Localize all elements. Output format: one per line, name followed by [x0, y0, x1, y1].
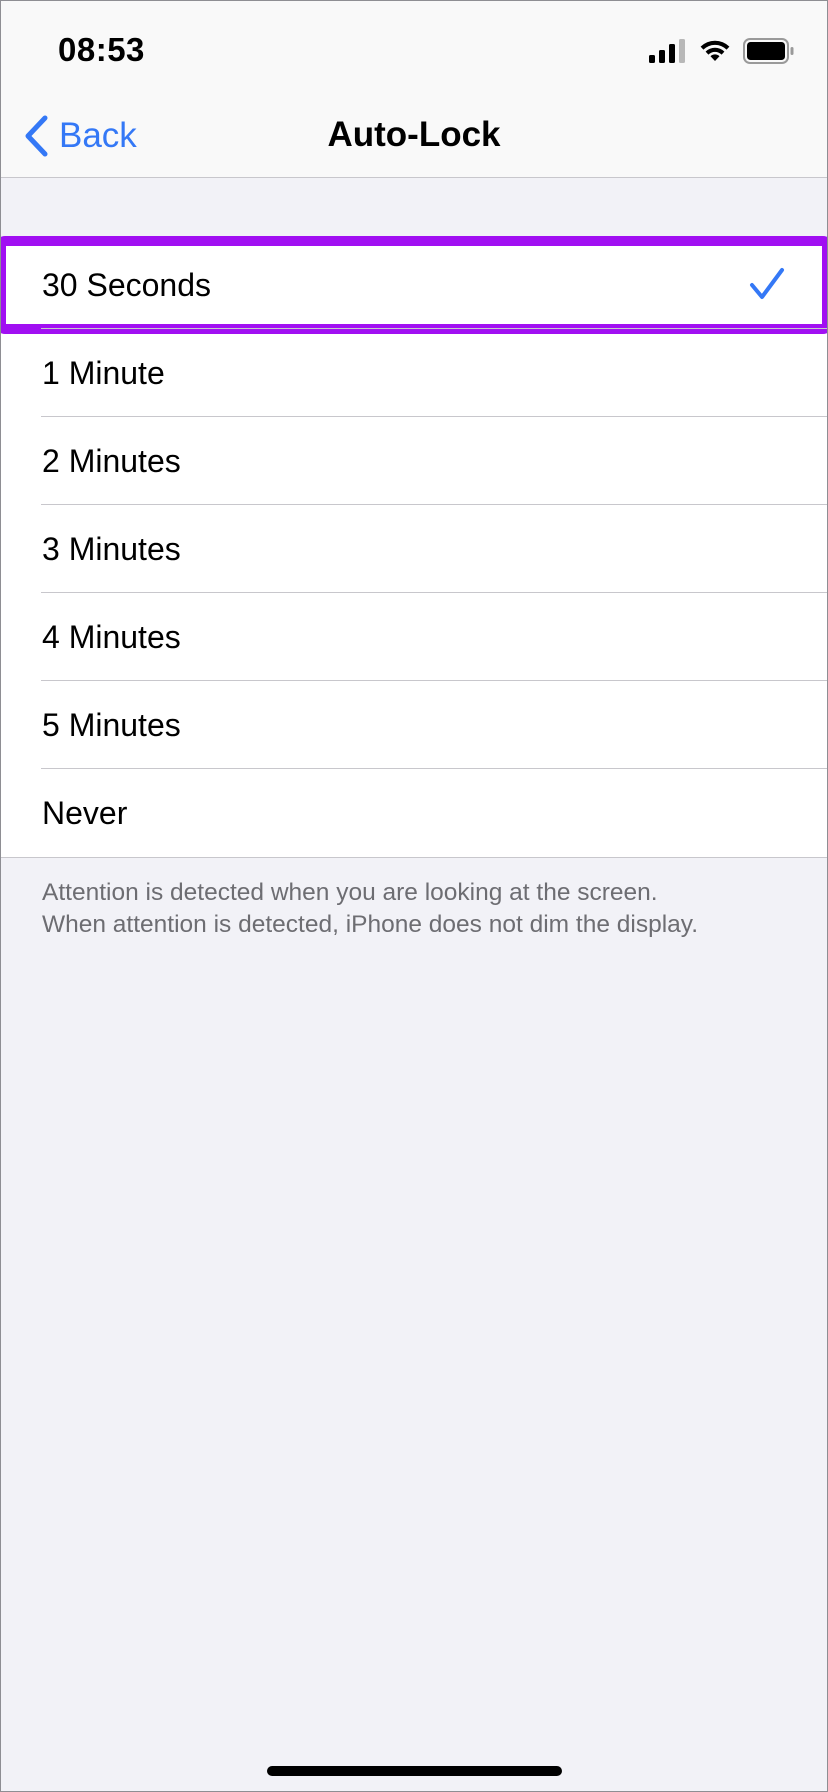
checkmark-icon [750, 268, 784, 299]
option-never[interactable]: Never [1, 769, 827, 857]
option-label: Never [42, 794, 128, 831]
option-label: 2 Minutes [42, 442, 181, 479]
option-4-minutes[interactable]: 4 Minutes [1, 593, 827, 681]
phone-screen: 08:53 Back Auto-Lock 30 Seconds 1 Minute… [0, 0, 828, 1792]
option-label: 4 Minutes [42, 618, 181, 655]
auto-lock-options-list: 30 Seconds 1 Minute 2 Minutes 3 Minutes … [1, 236, 827, 858]
footer-line-2: When attention is detected, iPhone does … [42, 911, 699, 938]
status-time: 08:53 [58, 31, 145, 68]
option-5-minutes[interactable]: 5 Minutes [1, 681, 827, 769]
battery-icon [743, 38, 794, 64]
home-indicator[interactable] [267, 1766, 562, 1776]
option-label: 5 Minutes [42, 706, 181, 743]
navigation-bar: Back Auto-Lock [1, 101, 827, 178]
option-2-minutes[interactable]: 2 Minutes [1, 417, 827, 505]
footer-line-1: Attention is detected when you are looki… [42, 879, 658, 906]
wifi-icon [700, 40, 730, 61]
option-1-minute[interactable]: 1 Minute [1, 329, 827, 417]
option-label: 3 Minutes [42, 530, 181, 567]
cellular-signal-icon [649, 39, 685, 63]
option-label: 1 Minute [42, 354, 165, 391]
option-30-seconds[interactable]: 30 Seconds [1, 236, 827, 334]
status-bar: 08:53 [1, 1, 827, 101]
option-3-minutes[interactable]: 3 Minutes [1, 505, 827, 593]
page-title: Auto-Lock [327, 115, 501, 154]
option-label: 30 Seconds [42, 266, 212, 303]
attention-footer-note: Attention is detected when you are looki… [42, 877, 802, 941]
status-icons [649, 37, 795, 65]
